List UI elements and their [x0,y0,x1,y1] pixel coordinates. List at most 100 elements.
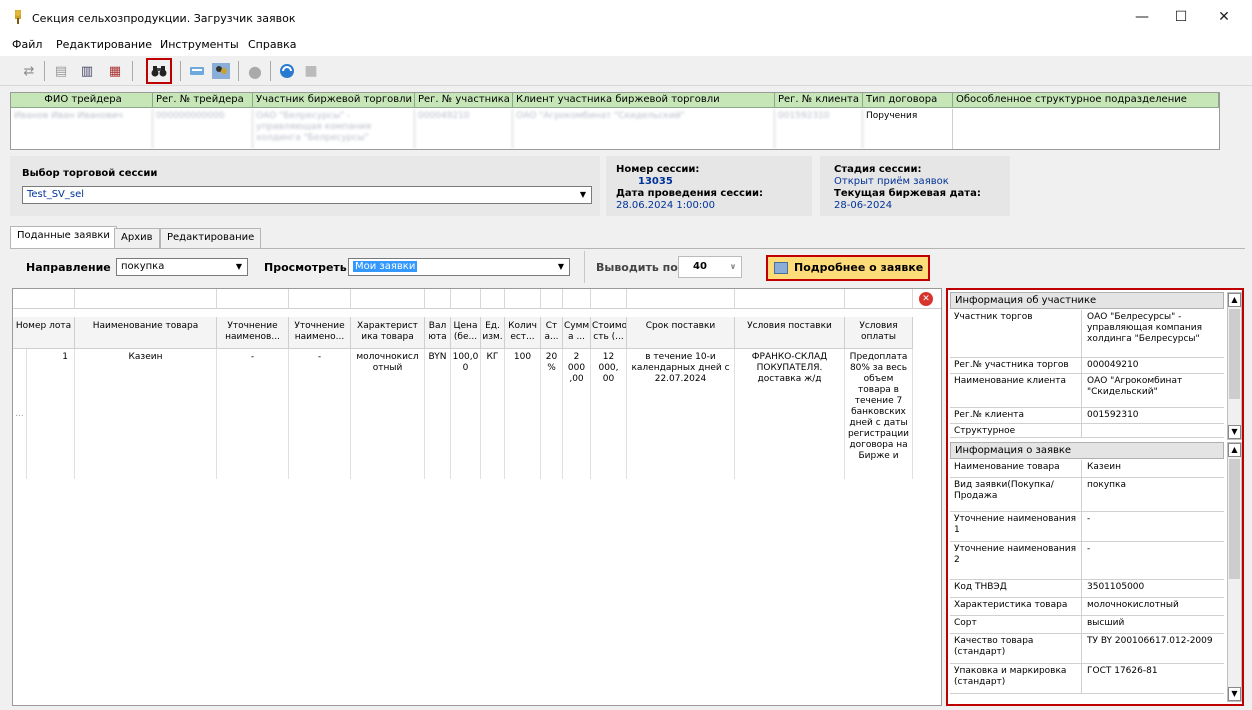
filter-cell[interactable] [505,289,541,309]
property-value[interactable]: ОАО "Белресурсы" - управляющая компания … [1083,310,1223,347]
filter-cell[interactable] [425,289,451,309]
close-button[interactable]: ✕ [1206,4,1242,30]
order-info-scrollbar[interactable]: ▲ ▼ [1227,442,1242,702]
delivery-conditions-cell[interactable]: ФРАНКО-СКЛАД ПОКУПАТЕЛЯ. доставка ж/д [735,349,845,479]
participant-reg-cell[interactable]: 000049210 [415,109,513,149]
client-reg-cell[interactable]: 001592310 [775,109,863,149]
document-icon[interactable]: ▤ [50,60,72,82]
participant-scrollbar[interactable]: ▲ ▼ [1227,292,1242,440]
filter-icon[interactable] [186,60,208,82]
contract-type-cell[interactable]: Поручения [863,109,953,149]
column-header[interactable]: Номер лота [13,317,75,349]
filter-cell[interactable] [75,289,217,309]
chevron-down-icon[interactable]: ▼ [575,187,591,203]
column-header[interactable]: Стоимо сть (... [591,317,627,349]
property-value[interactable]: 001592310 [1083,408,1223,423]
property-value[interactable]: Казеин [1083,460,1223,475]
delete-file-icon[interactable]: ▦ [104,60,126,82]
column-header[interactable]: Колич ест... [505,317,541,349]
filter-cell[interactable] [451,289,481,309]
delivery-term-cell[interactable]: в течение 10-и календарных дней с 22.07.… [627,349,735,479]
property-value[interactable]: ОАО "Агрокомбинат "Скидельский" [1083,374,1223,400]
trader-name-cell[interactable]: Иванов Иван Иванович [11,109,153,149]
column-header[interactable]: Ст а... [541,317,563,349]
property-value[interactable]: молочнокислотный [1083,598,1223,613]
order-details-button[interactable]: Подробнее о заявке [766,255,930,281]
menu-file[interactable]: Файл [12,38,42,51]
cost-cell[interactable]: 12 000, 00 [591,349,627,479]
binoculars-search-icon[interactable] [146,58,172,84]
filter-cell[interactable] [563,289,591,309]
product-name-cell[interactable]: Казеин [75,349,217,479]
client-cell[interactable]: ОАО "Агрокомбинат "Скидельский" [513,109,775,149]
refresh-icon[interactable] [276,60,298,82]
direction-select[interactable]: покупка ▼ [116,258,248,276]
menu-tools[interactable]: Инструменты [160,38,239,51]
subdivision-cell[interactable] [953,109,1219,149]
currency-cell[interactable]: BYN [425,349,451,479]
view-select[interactable]: Мои заявки ▼ [348,258,570,276]
page-size-select[interactable]: 40 ∨ [678,256,742,278]
rate-cell[interactable]: 20 % [541,349,563,479]
scroll-down-icon[interactable]: ▼ [1228,687,1241,701]
trader-reg-cell[interactable]: 000000000000 [153,109,253,149]
filter-cell[interactable] [541,289,563,309]
filter-cell[interactable] [591,289,627,309]
scroll-thumb[interactable] [1229,309,1240,399]
tab-submitted-orders[interactable]: Поданные заявки [10,226,117,248]
unit-cell[interactable]: КГ [481,349,505,479]
scroll-up-icon[interactable]: ▲ [1228,293,1241,307]
column-header[interactable]: Уточнение наименов... [217,317,289,349]
chevron-down-icon[interactable]: ∨ [725,257,741,273]
record-icon[interactable]: ● [244,60,266,82]
column-header[interactable]: Условия оплаты [845,317,913,349]
column-header[interactable]: Ед. изм. [481,317,505,349]
property-value[interactable]: покупка [1083,478,1223,493]
filter-cell[interactable] [351,289,425,309]
minimize-button[interactable]: — [1124,4,1160,30]
participant-cell[interactable]: ОАО "Белресурсы" - управляющая компания … [253,109,415,149]
column-header[interactable]: Срок поставки [627,317,735,349]
column-header[interactable]: Сумм а ... [563,317,591,349]
stop-icon[interactable]: ■ [300,60,322,82]
characteristic-cell[interactable]: молочнокисл отный [351,349,425,479]
clear-filter-icon[interactable]: ✕ [919,292,933,306]
chevron-down-icon[interactable]: ▼ [553,259,569,275]
column-header[interactable]: Вал юта [425,317,451,349]
tab-archive[interactable]: Архив [114,228,160,248]
column-header[interactable]: Цена (бе... [451,317,481,349]
property-value[interactable]: - [1083,512,1223,527]
name-clarification-2-cell[interactable]: - [289,349,351,479]
filter-cell[interactable] [217,289,289,309]
price-cell[interactable]: 100,0 0 [451,349,481,479]
name-clarification-1-cell[interactable]: - [217,349,289,479]
filter-cell[interactable] [735,289,845,309]
filter-cell[interactable] [481,289,505,309]
filter-cell[interactable] [627,289,735,309]
property-value[interactable] [1083,424,1223,428]
session-select[interactable]: Test_SV_sel ▼ [22,186,592,204]
filter-cell[interactable] [13,289,75,309]
undo-icon[interactable]: ⇄ [18,60,40,82]
column-header[interactable]: Наименование товара [75,317,217,349]
lot-number-cell[interactable]: 1 [27,349,75,479]
users-icon[interactable] [210,60,232,82]
property-value[interactable]: - [1083,542,1223,557]
column-header[interactable]: Условия поставки [735,317,845,349]
column-header[interactable]: Уточнение наимено... [289,317,351,349]
property-value[interactable]: ГОСТ 17626-81 [1083,664,1223,679]
menu-help[interactable]: Справка [248,38,296,51]
menu-edit[interactable]: Редактирование [56,38,152,51]
scroll-down-icon[interactable]: ▼ [1228,425,1241,439]
filter-cell[interactable] [845,289,913,309]
payment-conditions-cell[interactable]: Предоплата 80% за весь объем товара в те… [845,349,913,479]
property-value[interactable]: 3501105000 [1083,580,1223,595]
property-value[interactable]: ТУ BY 200106617.012-2009 [1083,634,1223,649]
filter-cell[interactable] [289,289,351,309]
tab-editing[interactable]: Редактирование [160,228,262,248]
amount-cell[interactable]: 2 000 ,00 [563,349,591,479]
property-value[interactable]: высший [1083,616,1223,631]
open-file-icon[interactable]: ▥ [76,60,98,82]
quantity-cell[interactable]: 100 [505,349,541,479]
chevron-down-icon[interactable]: ▼ [231,259,247,275]
